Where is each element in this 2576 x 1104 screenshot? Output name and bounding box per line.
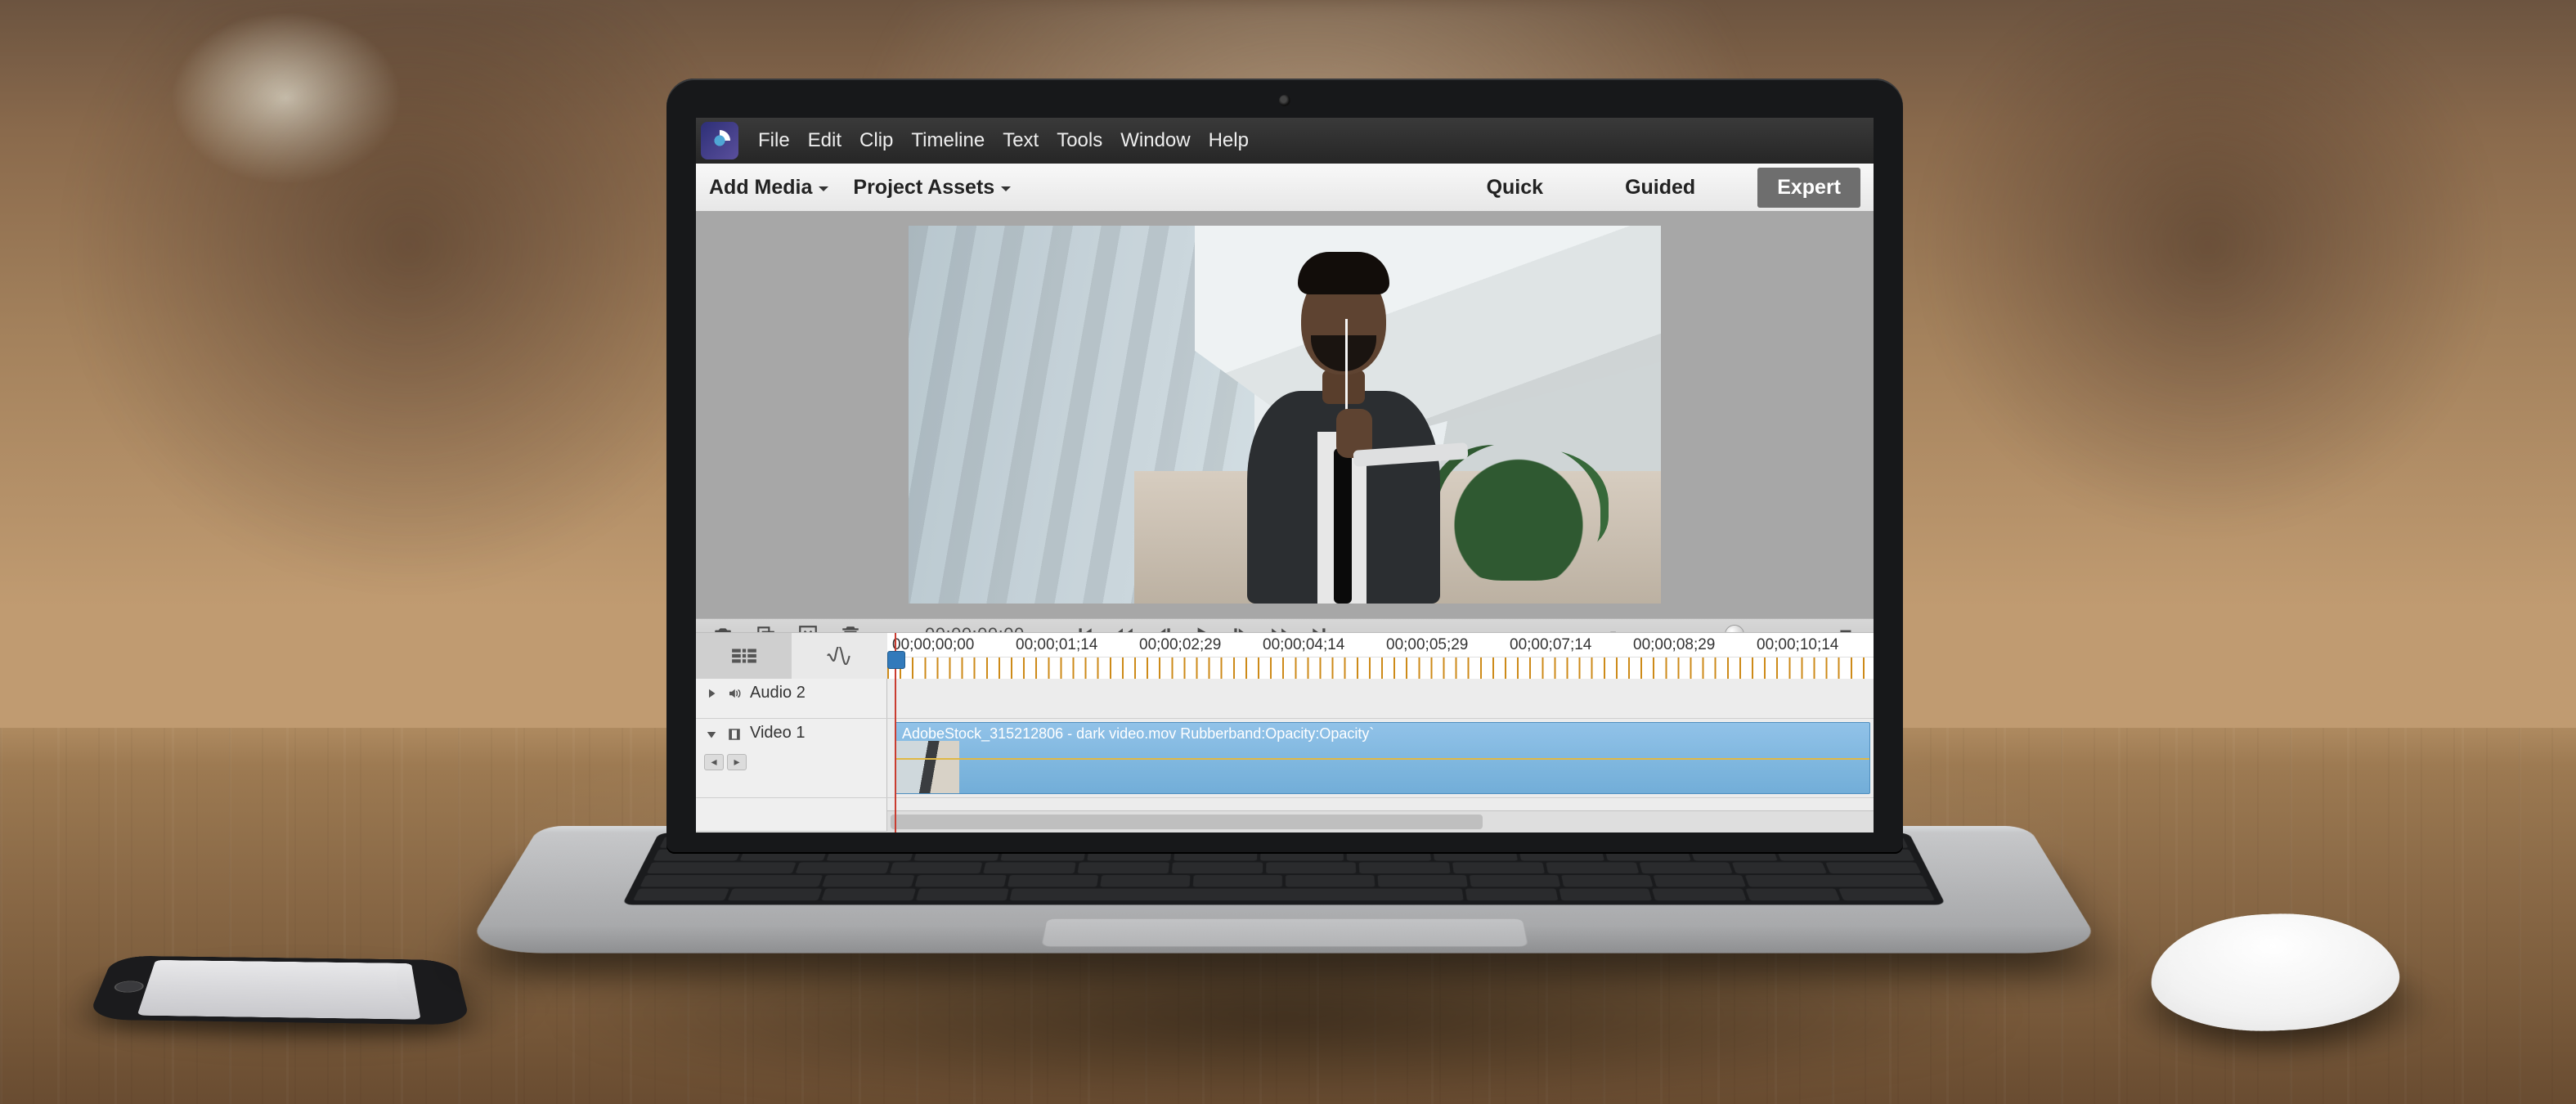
track-label: Audio 2 [750, 684, 806, 702]
mode-expert[interactable]: Expert [1757, 168, 1860, 208]
project-assets-dropdown[interactable]: Project Assets [853, 176, 1011, 200]
filmstrip-icon[interactable] [727, 727, 742, 742]
timeline-playhead[interactable] [895, 633, 896, 832]
ruler-ticks [887, 657, 1874, 679]
track-lane-audio-2[interactable] [887, 679, 1874, 718]
track-video-1: Video 1 ◂ ▸ AdobeStock_315212806 - dark … [696, 719, 1874, 798]
ruler-label: 00;00;08;29 [1633, 636, 1757, 654]
computer-mouse [2150, 909, 2411, 1036]
track-label: Video 1 [750, 724, 805, 743]
track-lane-video-1[interactable]: AdobeStock_315212806 - dark video.mov Ru… [887, 719, 1874, 797]
ruler-label: 00;00;01;14 [1016, 636, 1139, 654]
ruler-label: 00;00;05;29 [1386, 636, 1510, 654]
timeline-view-tracks-icon[interactable] [696, 633, 792, 679]
photo-scene: File Edit Clip Timeline Text Tools Windo… [0, 0, 2576, 1104]
preview-person-neck [1322, 370, 1365, 404]
laptop-camera [1279, 95, 1290, 106]
menu-bar: File Edit Clip Timeline Text Tools Windo… [696, 118, 1874, 164]
clip-thumbnail [895, 741, 959, 793]
timeline-ruler[interactable]: 00;00;00;00 00;00;01;14 00;00;02;29 00;0… [887, 633, 1874, 680]
timeline-view-tabs [696, 633, 888, 680]
laptop-trackpad [1041, 918, 1528, 946]
preview-frame [696, 211, 1874, 618]
timeline-view-audio-icon[interactable] [792, 633, 887, 679]
track-next-keyframe-icon[interactable]: ▸ [727, 754, 747, 770]
workspace-toolbar: Add Media Project Assets Quick Guided Ex… [696, 164, 1874, 212]
menu-clip[interactable]: Clip [859, 129, 893, 152]
speaker-icon[interactable] [727, 686, 742, 701]
menu-edit[interactable]: Edit [808, 129, 841, 152]
timeline-scrollbar[interactable] [887, 810, 1874, 832]
add-media-dropdown[interactable]: Add Media [709, 176, 828, 200]
timeline-tracks: Audio 2 Video 1 [696, 679, 1874, 832]
track-header-video-1[interactable]: Video 1 ◂ ▸ [696, 719, 887, 797]
ruler-label: 00;00;02;29 [1139, 636, 1263, 654]
menu-text[interactable]: Text [1003, 129, 1039, 152]
menu-help[interactable]: Help [1209, 129, 1249, 152]
preview-person [1209, 252, 1471, 604]
menu-window[interactable]: Window [1120, 129, 1190, 152]
track-nav-buttons: ◂ ▸ [704, 754, 747, 770]
preview-panel: 00;00;00;00 [696, 211, 1874, 633]
mode-guided[interactable]: Guided [1605, 168, 1715, 208]
laptop-lid: File Edit Clip Timeline Text Tools Windo… [666, 79, 1903, 854]
laptop-screen: File Edit Clip Timeline Text Tools Windo… [696, 118, 1874, 832]
track-header-audio-2[interactable]: Audio 2 [696, 679, 887, 718]
video-clip[interactable]: AdobeStock_315212806 - dark video.mov Ru… [895, 722, 1870, 794]
ruler-label: 00;00;10;14 [1757, 636, 1874, 654]
expand-right-icon[interactable] [704, 686, 719, 701]
clip-label: AdobeStock_315212806 - dark video.mov Ru… [902, 725, 1374, 742]
phone-screen [137, 960, 421, 1020]
mode-quick[interactable]: Quick [1467, 168, 1563, 208]
app-logo-icon [701, 122, 738, 159]
workspace-mode-tabs: Quick Guided Expert [1467, 168, 1860, 208]
track-header-empty [696, 798, 887, 831]
menu-tools[interactable]: Tools [1057, 129, 1102, 152]
track-prev-keyframe-icon[interactable]: ◂ [704, 754, 724, 770]
ruler-labels: 00;00;00;00 00;00;01;14 00;00;02;29 00;0… [892, 636, 1874, 654]
smartphone [87, 956, 471, 1025]
preview-person-tie [1334, 448, 1352, 604]
ruler-label: 00;00;07;14 [1510, 636, 1633, 654]
ruler-label: 00;00;04;14 [1263, 636, 1386, 654]
video-editor-app: File Edit Clip Timeline Text Tools Windo… [696, 118, 1874, 832]
menu-timeline[interactable]: Timeline [911, 129, 985, 152]
collapse-down-icon[interactable] [704, 727, 719, 742]
video-preview[interactable] [909, 226, 1661, 604]
menu-file[interactable]: File [758, 129, 790, 152]
mouse-body [2150, 909, 2411, 1036]
ruler-label: 00;00;00;00 [892, 636, 1016, 654]
timeline-panel: 00;00;00;00 00;00;01;14 00;00;02;29 00;0… [696, 632, 1874, 832]
track-audio-2: Audio 2 [696, 679, 1874, 719]
preview-person-hair [1298, 252, 1389, 294]
